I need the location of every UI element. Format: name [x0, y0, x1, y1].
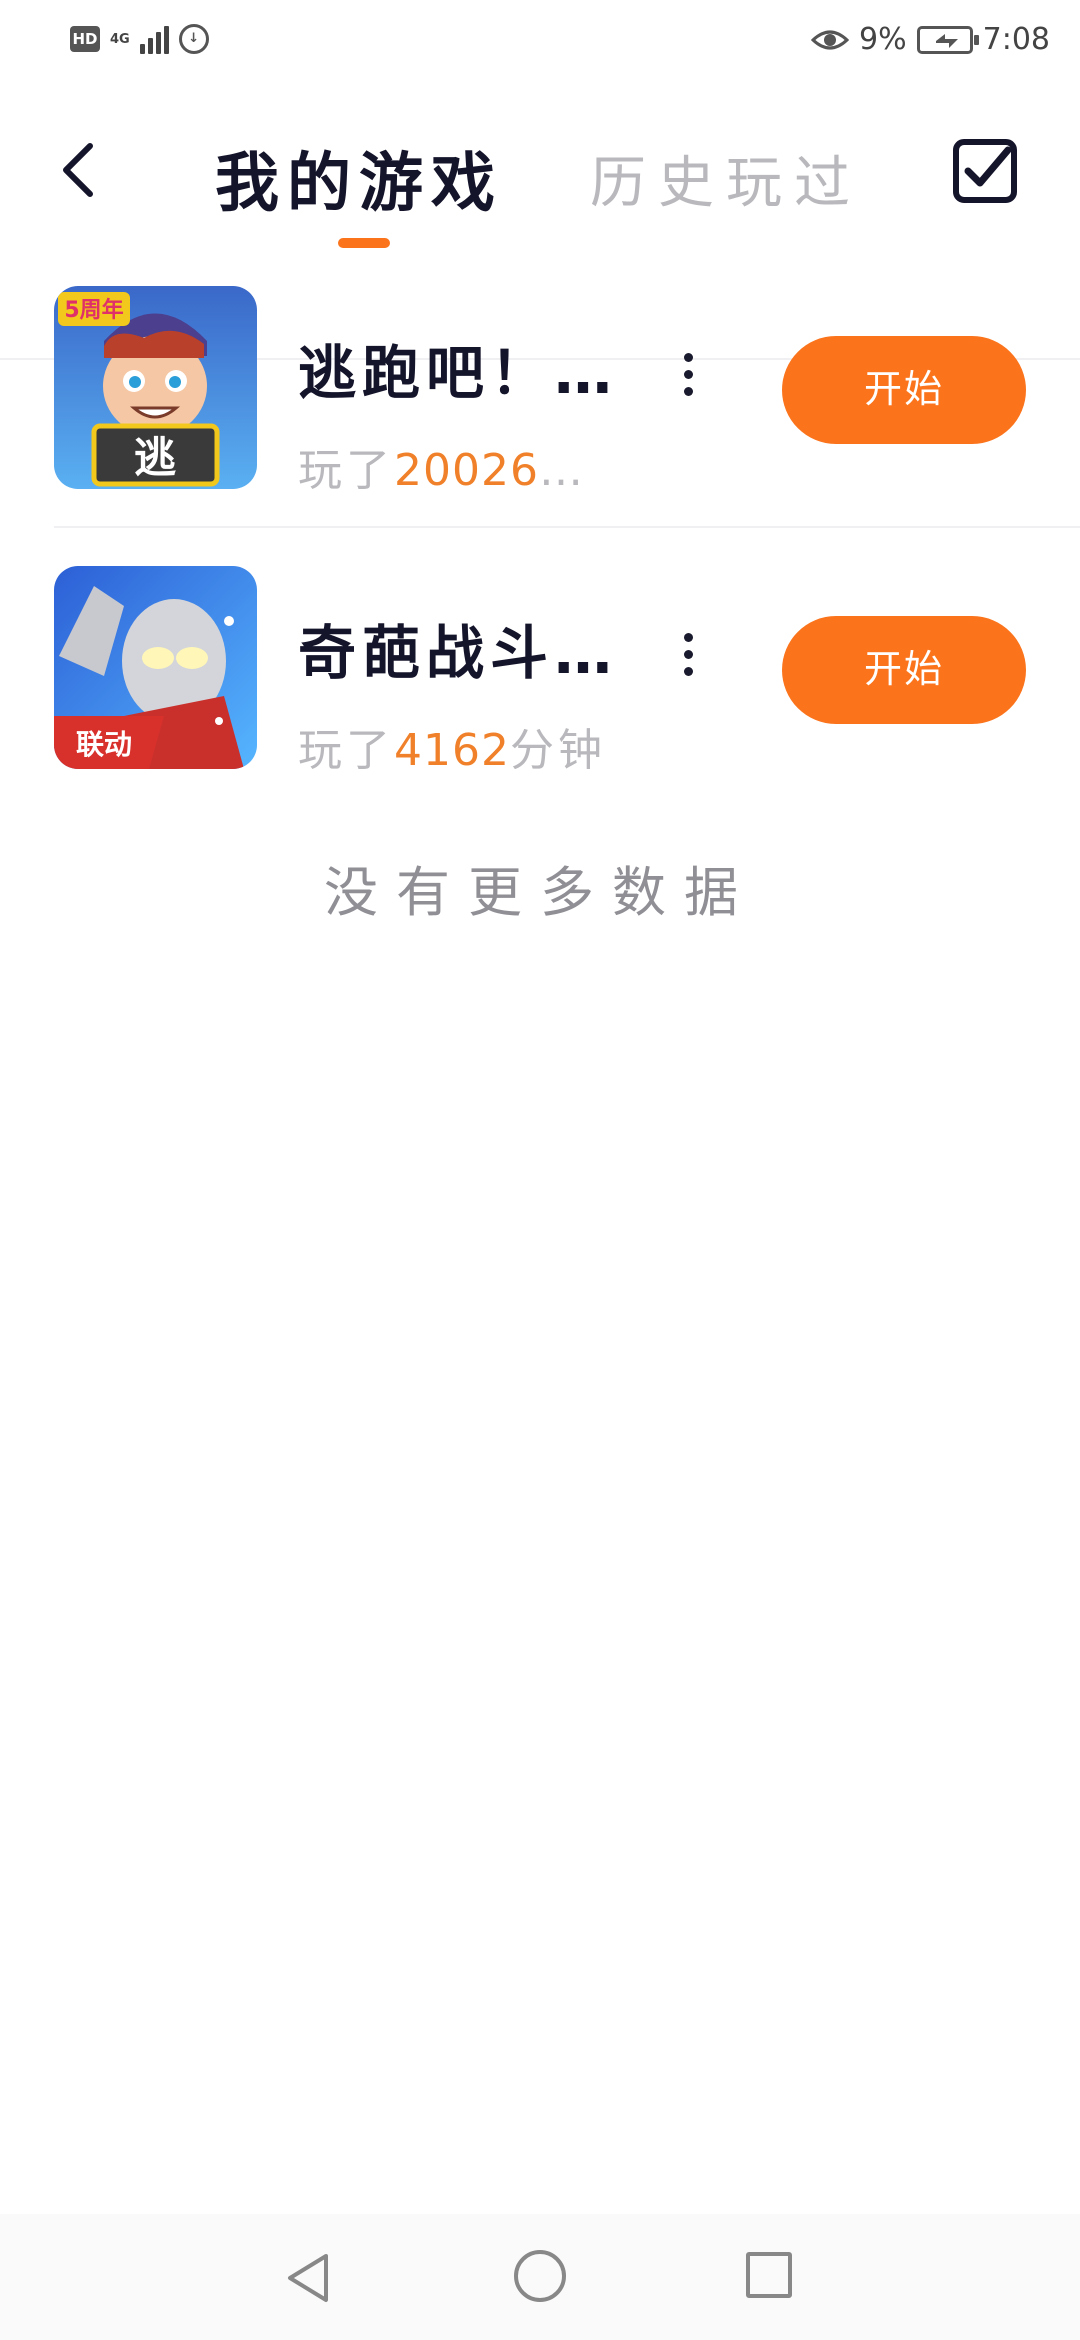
data-saver-icon: ↓ — [178, 24, 209, 54]
status-right: 9% 7:08 — [811, 22, 1050, 57]
played-value: 20026 — [394, 445, 539, 496]
network-type: 4G — [110, 31, 130, 47]
svg-text:联动: 联动 — [76, 728, 132, 761]
tab-my-games[interactable]: 我的游戏 — [215, 132, 503, 224]
played-prefix: 玩了 — [298, 725, 394, 776]
played-prefix: 玩了 — [298, 445, 394, 496]
battery-percent: 9% — [859, 22, 907, 57]
status-left: HD 4G ↓ — [70, 24, 209, 54]
more-vertical-icon[interactable] — [672, 348, 704, 418]
active-tab-indicator — [338, 238, 390, 248]
eye-comfort-icon — [811, 30, 850, 49]
game-icon-escape[interactable]: 逃 5周年 — [54, 286, 257, 489]
game-title: 逃跑吧！… — [298, 339, 619, 407]
battery-charging-icon — [916, 25, 979, 54]
svg-text:5周年: 5周年 — [64, 297, 123, 323]
game-icon-art: 逃 5周年 — [54, 286, 257, 489]
game-title: 奇葩战斗… — [298, 619, 619, 687]
start-button[interactable]: 开始 — [782, 336, 1026, 444]
svg-text:逃: 逃 — [134, 433, 176, 482]
start-button[interactable]: 开始 — [782, 616, 1026, 724]
played-suffix: 分钟 — [509, 725, 606, 776]
game-icon-art: 联动 — [54, 566, 257, 769]
checkbox-checked-icon[interactable] — [952, 138, 1018, 204]
system-nav-bar — [0, 2214, 1080, 2340]
square-recent-icon[interactable] — [746, 2252, 792, 2298]
played-value: 4162 — [394, 725, 510, 776]
clock: 7:08 — [982, 22, 1050, 57]
game-icon-strange-battle[interactable]: 联动 — [54, 566, 257, 769]
game-row[interactable]: 联动 奇葩战斗… 玩了4162分钟 开始 — [0, 566, 1080, 846]
row-divider — [54, 526, 1080, 528]
more-vertical-icon[interactable] — [672, 628, 704, 698]
status-bar: HD 4G ↓ 9% 7:08 — [0, 0, 1080, 90]
signal-icon — [139, 24, 169, 54]
game-playtime: 玩了20026… — [298, 434, 587, 498]
chevron-left-icon[interactable] — [50, 138, 110, 202]
circle-home-icon[interactable] — [514, 2250, 566, 2302]
header: 我的游戏 历史玩过 — [0, 110, 1080, 360]
played-suffix: … — [538, 445, 587, 496]
triangle-back-icon[interactable] — [282, 2250, 334, 2306]
no-more-data-text: 没有更多数据 — [324, 861, 756, 924]
tab-history-played[interactable]: 历史玩过 — [590, 138, 862, 219]
game-row[interactable]: 逃 5周年 逃跑吧！… 玩了20026… 开始 — [0, 286, 1080, 566]
game-playtime: 玩了4162分钟 — [298, 714, 606, 778]
hd-badge: HD — [70, 26, 100, 52]
